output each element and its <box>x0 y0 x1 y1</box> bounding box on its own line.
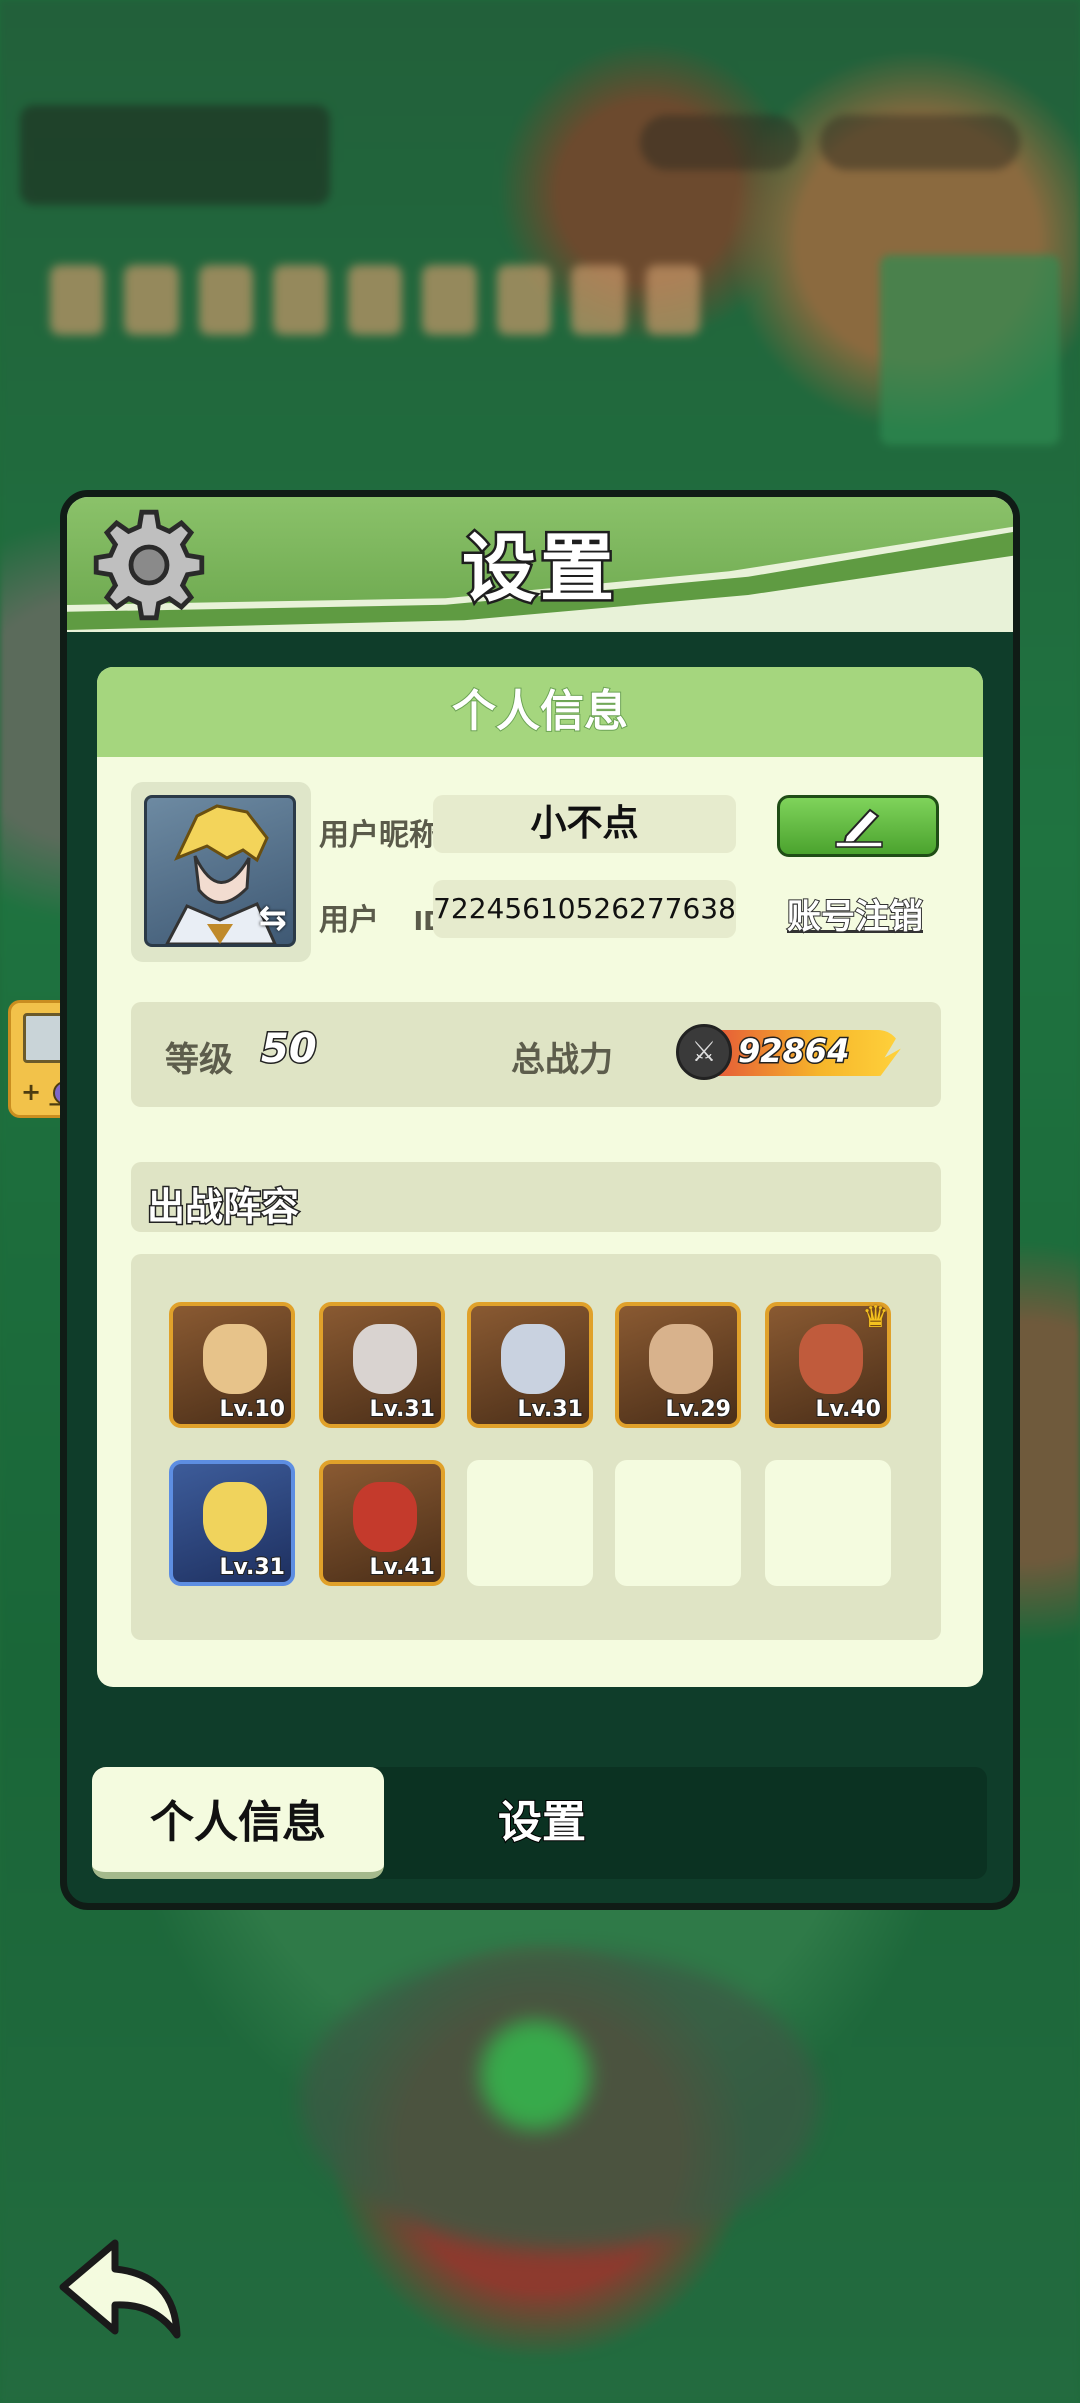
hero-portrait <box>799 1324 863 1394</box>
lineup-header: 出战阵容 <box>131 1162 941 1232</box>
power-label: 总战力 <box>511 1040 613 1080</box>
hero-slot-2[interactable]: Lv.31 <box>319 1302 445 1428</box>
hero-portrait <box>203 1324 267 1394</box>
power-badge: ⚔ 92864 <box>676 1024 906 1082</box>
profile-card: 个人信息 ⇆ 用户昵称 小不点 用户 ID 72245610526277638 … <box>97 667 983 1687</box>
back-arrow-icon[interactable] <box>55 2235 195 2345</box>
hero-level: Lv.31 <box>516 1396 584 1423</box>
hero-level: Lv.10 <box>218 1396 286 1423</box>
stats-bar: 等级 50 总战力 ⚔ 92864 <box>131 1002 941 1107</box>
lineup-grid: Lv.10 Lv.31 Lv.31 Lv.29 ♛ Lv.40 Lv.31 Lv… <box>131 1254 941 1640</box>
logout-link[interactable]: 账号注销 <box>786 889 924 938</box>
power-value: 92864 <box>736 1031 850 1072</box>
sword-icon: ⚔ <box>676 1024 732 1080</box>
panel-tabs: 个人信息 设置 <box>92 1767 987 1879</box>
user-id-label-text: 用户 <box>319 903 379 938</box>
hero-level: Lv.31 <box>218 1554 286 1581</box>
avatar[interactable]: ⇆ <box>144 795 296 947</box>
hero-level: Lv.29 <box>664 1396 732 1423</box>
nickname-label: 用户昵称 <box>319 818 439 853</box>
hero-portrait <box>501 1324 565 1394</box>
tab-profile[interactable]: 个人信息 <box>92 1767 384 1879</box>
user-id-label: 用户 ID <box>319 895 445 939</box>
empty-slot[interactable] <box>615 1460 741 1586</box>
user-id-field: 72245610526277638 <box>433 880 736 938</box>
swap-icon[interactable]: ⇆ <box>259 898 288 938</box>
hero-slot-1[interactable]: Lv.10 <box>169 1302 295 1428</box>
panel-title: 设置 <box>460 524 618 615</box>
hero-slot-3[interactable]: Lv.31 <box>467 1302 593 1428</box>
hero-slot-6[interactable]: Lv.31 <box>169 1460 295 1586</box>
level-value: 50 <box>260 1025 319 1074</box>
nickname-field: 小不点 <box>433 795 736 853</box>
hero-portrait <box>649 1324 713 1394</box>
hero-level: Lv.31 <box>368 1396 436 1423</box>
crown-icon: ♛ <box>862 1300 889 1335</box>
tab-settings[interactable]: 设置 <box>392 1767 692 1879</box>
empty-slot[interactable] <box>467 1460 593 1586</box>
avatar-frame: ⇆ <box>131 782 311 962</box>
hero-level: Lv.40 <box>814 1396 882 1423</box>
hero-slot-7[interactable]: Lv.41 <box>319 1460 445 1586</box>
hero-slot-4[interactable]: Lv.29 <box>615 1302 741 1428</box>
card-title: 个人信息 <box>97 667 983 757</box>
edit-pencil-icon <box>835 808 883 848</box>
edit-nickname-button[interactable] <box>777 795 939 857</box>
hero-portrait <box>353 1482 417 1552</box>
lineup-title: 出战阵容 <box>145 1184 300 1231</box>
empty-slot[interactable] <box>765 1460 891 1586</box>
hero-portrait <box>203 1482 267 1552</box>
hero-level: Lv.41 <box>368 1554 436 1581</box>
level-label: 等级 <box>165 1040 233 1080</box>
settings-panel: 设置 个人信息 ⇆ 用户昵称 小不点 用户 ID 722456105262776… <box>60 490 1020 1910</box>
hero-slot-5[interactable]: ♛ Lv.40 <box>765 1300 891 1428</box>
hero-portrait <box>353 1324 417 1394</box>
panel-header: 设置 <box>67 497 1013 632</box>
